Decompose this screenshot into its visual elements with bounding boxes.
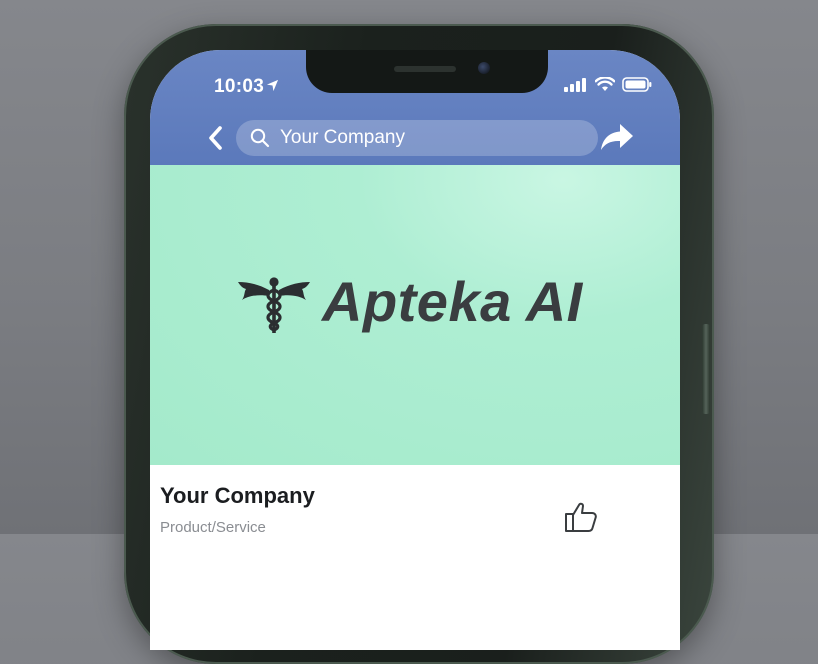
location-arrow-icon — [266, 79, 279, 92]
page-title[interactable]: Your Company — [160, 483, 315, 509]
search-value: Your Company — [280, 127, 405, 148]
search-input[interactable]: Your Company — [236, 120, 598, 156]
caduceus-icon — [238, 277, 310, 333]
phone-screen: 10:03 Your Company Apteka AI Your Compan… — [150, 50, 680, 650]
share-arrow-icon[interactable] — [600, 122, 634, 152]
app-top-bar: 10:03 Your Company — [150, 50, 680, 165]
battery-icon — [622, 77, 652, 92]
page-category: Product/Service — [160, 519, 266, 536]
thumbs-up-icon[interactable] — [564, 501, 598, 533]
phone-side-button — [702, 324, 710, 414]
page-info-section: Your Company Product/Service — [150, 465, 680, 650]
brand-name: Apteka AI — [322, 270, 583, 333]
front-camera — [478, 62, 490, 74]
status-icons — [564, 77, 652, 92]
search-icon — [250, 128, 270, 148]
earpiece-speaker — [394, 66, 456, 72]
cover-photo: Apteka AI — [150, 165, 680, 465]
back-chevron-icon[interactable] — [208, 126, 224, 150]
phone-notch — [306, 50, 548, 93]
signal-bars-icon — [564, 77, 586, 92]
status-time: 10:03 — [214, 76, 265, 97]
wifi-icon — [595, 77, 615, 91]
